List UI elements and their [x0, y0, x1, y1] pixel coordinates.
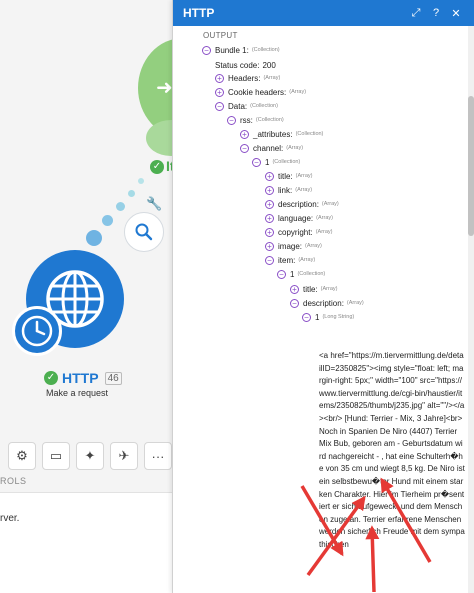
- tree-row-headers[interactable]: + Headers: (Array): [215, 71, 280, 85]
- route-dot: [116, 202, 125, 211]
- collapse-icon[interactable]: −: [290, 298, 299, 308]
- tree-row-data[interactable]: − Data: (Collection): [215, 99, 278, 113]
- clock-icon[interactable]: [12, 306, 62, 356]
- search-icon[interactable]: [124, 212, 164, 252]
- scrollbar-thumb[interactable]: [468, 96, 474, 236]
- tree-row-channel[interactable]: − channel: (Array): [240, 141, 303, 155]
- collapse-icon[interactable]: −: [252, 157, 261, 167]
- route-dot: [86, 230, 102, 246]
- gear-icon[interactable]: ⚙: [8, 442, 36, 470]
- help-icon[interactable]: ?: [426, 7, 446, 19]
- tree-row-description-1[interactable]: − 1 (Long String): [302, 310, 354, 324]
- module-name[interactable]: HTTP: [62, 370, 99, 386]
- expand-icon[interactable]: +: [240, 129, 249, 139]
- tree-row-item-description[interactable]: − description: (Array): [290, 296, 364, 310]
- expand-icon[interactable]: ⤢: [406, 7, 426, 20]
- collapse-icon[interactable]: −: [227, 115, 236, 125]
- expand-icon[interactable]: +: [290, 284, 299, 294]
- scenario-canvas[interactable]: ➜ ✓ It 🔧 ✓ HTTP 46 Make a request ⚙ ▭ ✦ …: [0, 0, 180, 593]
- panel-body[interactable]: OUTPUT − Bundle 1: (Collection) Status c…: [173, 26, 474, 593]
- expand-icon[interactable]: +: [265, 185, 274, 195]
- tree-row-item[interactable]: − item: (Array): [265, 253, 315, 267]
- panel-header: HTTP ⤢ ? ✕: [173, 0, 474, 26]
- tree-row-description[interactable]: + description: (Array): [265, 197, 339, 211]
- more-icon[interactable]: ···: [144, 442, 172, 470]
- tree-row-cookie-headers[interactable]: + Cookie headers: (Array): [215, 85, 306, 99]
- expand-icon[interactable]: +: [265, 199, 274, 209]
- panel-title: HTTP: [183, 6, 215, 20]
- route-dot: [138, 178, 144, 184]
- collapse-icon[interactable]: −: [215, 101, 224, 111]
- wrench-icon[interactable]: 🔧: [146, 196, 162, 212]
- module-title: ✓ HTTP 46: [44, 370, 122, 386]
- expand-icon[interactable]: +: [265, 171, 274, 181]
- expand-icon[interactable]: +: [265, 241, 274, 251]
- check-icon: ✓: [44, 371, 58, 385]
- route-dot: [102, 215, 113, 226]
- long-string-value: <a href="https://m.tiervermittlung.de/de…: [319, 351, 465, 549]
- tree-row-image[interactable]: + image: (Array): [265, 239, 322, 253]
- tree-row-attributes[interactable]: + _attributes: (Collection): [240, 127, 323, 141]
- expand-icon[interactable]: +: [265, 227, 274, 237]
- bottom-panel-text: rver.: [0, 513, 20, 524]
- collapse-icon[interactable]: −: [202, 45, 211, 55]
- airplane-icon[interactable]: ✈: [110, 442, 138, 470]
- tree-row-item-1[interactable]: − 1 (Collection): [277, 267, 325, 281]
- scenario-toolbar: ⚙ ▭ ✦ ✈ ···: [0, 442, 180, 474]
- http-output-panel: HTTP ⤢ ? ✕ OUTPUT − Bundle 1: (Collectio…: [172, 0, 474, 593]
- tree-row-title[interactable]: + title: (Array): [265, 169, 312, 183]
- collapse-icon[interactable]: −: [240, 143, 249, 153]
- tree-row-bundle[interactable]: − Bundle 1: (Collection): [202, 43, 280, 57]
- tree-row-channel-1[interactable]: − 1 (Collection): [252, 155, 300, 169]
- magic-wand-icon[interactable]: ✦: [76, 442, 104, 470]
- tree-row-rss[interactable]: − rss: (Collection): [227, 113, 284, 127]
- output-label: OUTPUT: [203, 31, 238, 40]
- expand-icon[interactable]: +: [215, 87, 224, 97]
- bottom-panel: rver.: [0, 492, 180, 593]
- tree-row-copyright[interactable]: + copyright: (Array): [265, 225, 333, 239]
- scrollbar[interactable]: [468, 26, 474, 593]
- controls-label: ROLS: [0, 476, 27, 486]
- collapse-icon[interactable]: −: [277, 269, 286, 279]
- expand-icon[interactable]: +: [215, 73, 224, 83]
- route-dot: [128, 190, 135, 197]
- module-subtitle: Make a request: [46, 388, 109, 398]
- collapse-icon[interactable]: −: [302, 312, 311, 322]
- check-icon: ✓: [150, 160, 164, 174]
- close-icon[interactable]: ✕: [446, 7, 466, 20]
- tree-row-status-code: Status code: 200: [215, 60, 276, 70]
- note-icon[interactable]: ▭: [42, 442, 70, 470]
- tree-row-item-title[interactable]: + title: (Array): [290, 282, 337, 296]
- tree-row-link[interactable]: + link: (Array): [265, 183, 312, 197]
- module-id-badge: 46: [104, 371, 122, 385]
- tree-row-language[interactable]: + language: (Array): [265, 211, 333, 225]
- collapse-icon[interactable]: −: [265, 255, 274, 265]
- expand-icon[interactable]: +: [265, 213, 274, 223]
